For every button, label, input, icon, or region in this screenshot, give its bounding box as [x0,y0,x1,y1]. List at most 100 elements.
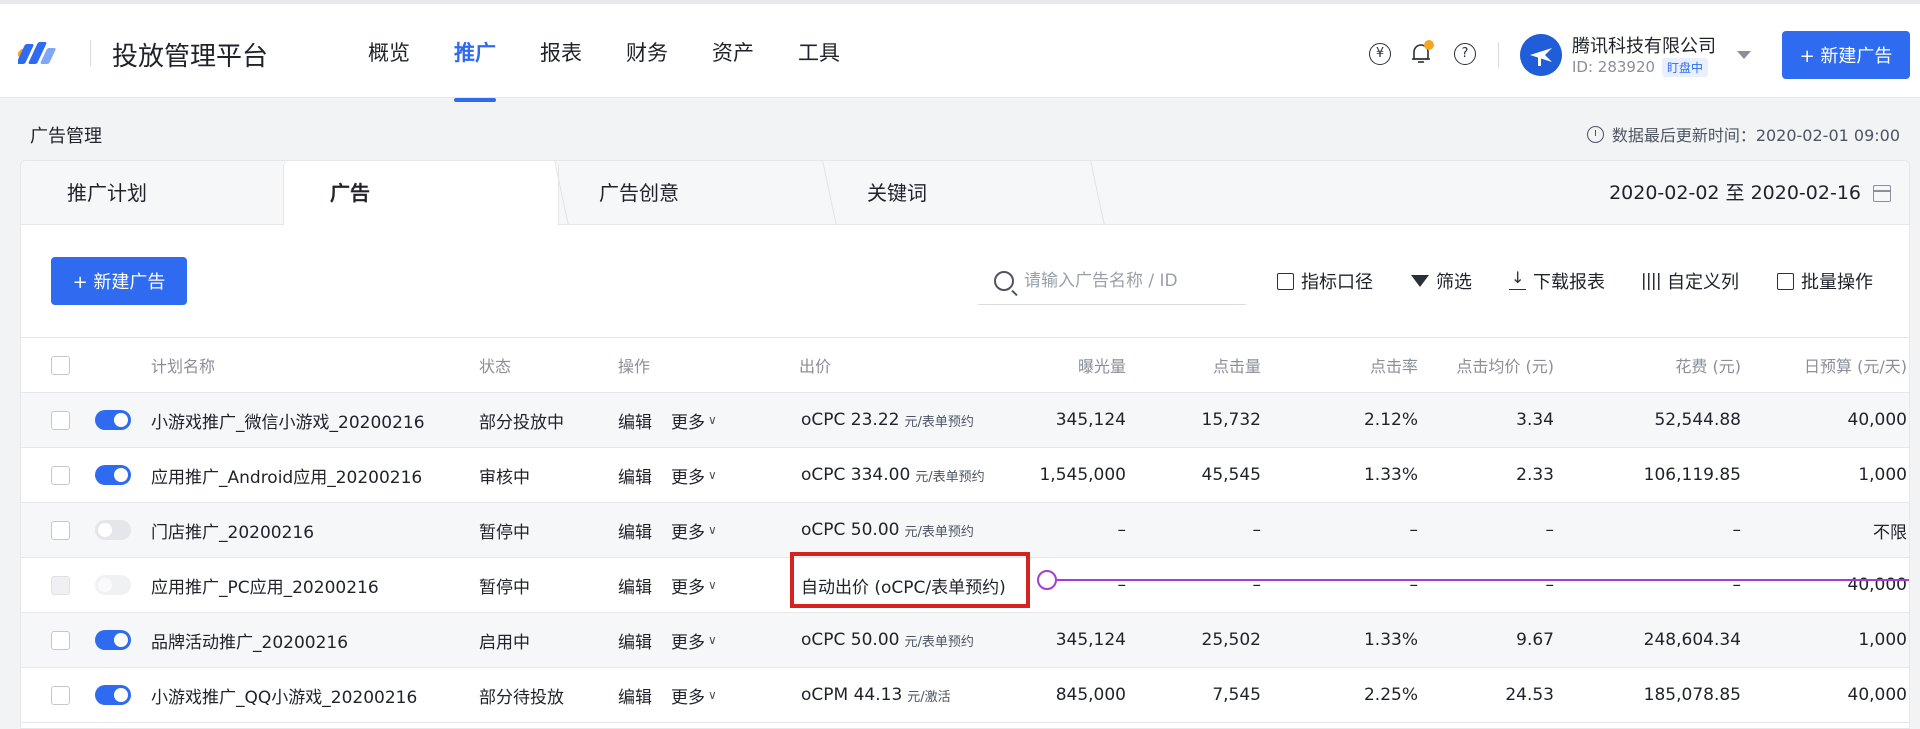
col-budget[interactable]: 日预算 (元/天) [1747,338,1907,392]
daily-budget: 40,000 [1847,685,1907,705]
slider-handle[interactable] [1037,570,1057,590]
ctr: – [1409,575,1419,595]
cost: – [1732,575,1742,595]
tab-keywords[interactable]: 关键词 [821,161,1091,225]
search-input[interactable] [1024,270,1234,291]
row-checkbox[interactable] [51,520,70,540]
bid-cell[interactable]: oCPM 44.13 元/激活 [801,668,951,722]
daily-budget: 40,000 [1847,575,1907,595]
new-ad-button[interactable]: + 新建广告 [51,257,187,305]
edit-link[interactable]: 编辑 [618,448,652,502]
table-row: 小游戏推广_微信小游戏_20200216 部分投放中 编辑 更多 ∨ oCPC 2… [21,393,1909,448]
more-dropdown[interactable]: 更多 ∨ [671,558,717,612]
help-icon[interactable]: ? [1454,43,1476,65]
clicks: 25,502 [1201,630,1261,650]
nav-tools[interactable]: 工具 [798,4,840,102]
more-dropdown[interactable]: 更多 ∨ [671,503,717,557]
col-impressions[interactable]: 曝光量 [981,338,1126,392]
bid-unit: 元/表单预约 [904,414,974,430]
row-checkbox[interactable] [51,575,70,595]
row-checkbox[interactable] [51,630,70,650]
update-time: 数据最后更新时间：2020-02-01 09:00 [1586,122,1900,146]
edit-link[interactable]: 编辑 [618,558,652,612]
filter-icon [1411,275,1429,287]
chevron-down-icon: ∨ [708,688,717,702]
col-clicks[interactable]: 点击量 [1131,338,1261,392]
account-dropdown-icon[interactable] [1737,51,1751,59]
more-dropdown[interactable]: 更多 ∨ [671,393,717,447]
yuan-icon[interactable]: ¥ [1369,43,1391,65]
metrics-definition-button[interactable]: 指标口径 [1277,257,1373,305]
select-all-checkbox[interactable] [51,355,70,375]
tab-creatives[interactable]: 广告创意 [553,161,823,225]
col-cpc[interactable]: 点击均价 (元) [1421,338,1554,392]
nav-promotion[interactable]: 推广 [454,4,496,102]
ctr: 1.33% [1363,465,1418,485]
bid-value: oCPC 334.00 [801,465,911,485]
ad-name[interactable]: 应用推广_PC应用_20200216 [151,558,379,612]
account-id: ID: 283920 [1572,58,1656,76]
bid-cell[interactable]: oCPC 50.00 元/表单预约 [801,503,974,557]
more-label: 更多 [671,577,705,598]
row-toggle-switch[interactable] [95,685,131,705]
download-report-button[interactable]: 下载报表 [1509,257,1605,305]
impressions: 1,545,000 [1039,465,1126,485]
col-name[interactable]: 计划名称 [151,338,215,392]
ad-name[interactable]: 小游戏推广_QQ小游戏_20200216 [151,668,417,722]
ad-name[interactable]: 门店推广_20200216 [151,503,314,557]
ctr: 1.33% [1363,630,1418,650]
edit-link[interactable]: 编辑 [618,668,652,722]
edit-link[interactable]: 编辑 [618,613,652,667]
date-range[interactable]: 2020-02-02 至 2020-02-16 [1609,161,1861,225]
edit-link[interactable]: 编辑 [618,393,652,447]
nav-overview[interactable]: 概览 [368,4,410,102]
tab-campaigns[interactable]: 推广计划 [21,161,283,225]
row-toggle-switch[interactable] [95,520,131,540]
row-toggle-switch[interactable] [95,465,131,485]
more-dropdown[interactable]: 更多 ∨ [671,613,717,667]
ctr: 2.12% [1363,410,1418,430]
col-ctr[interactable]: 点击率 [1266,338,1418,392]
tab-ads[interactable]: 广告 [283,161,559,226]
clicks: 45,545 [1201,465,1261,485]
cpc: – [1545,575,1555,595]
batch-operations-button[interactable]: 批量操作 [1777,257,1873,305]
ad-management-card: 推广计划 广告 广告创意 关键词 2020-02-02 至 2020-02-16… [20,160,1910,729]
row-checkbox[interactable] [51,465,70,485]
chevron-down-icon: ∨ [708,578,717,592]
header-new-ad-button[interactable]: + 新建广告 [1782,31,1910,79]
bid-value: oCPC 50.00 [801,520,900,540]
edit-link[interactable]: 编辑 [618,503,652,557]
filter-button[interactable]: 筛选 [1411,257,1472,305]
impressions: 845,000 [1055,685,1126,705]
nav-assets[interactable]: 资产 [712,4,754,102]
row-toggle-switch[interactable] [95,410,131,430]
calendar-icon[interactable] [1873,185,1891,202]
nav-finance[interactable]: 财务 [626,4,668,102]
nav-reports[interactable]: 报表 [540,4,582,102]
row-toggle-switch[interactable] [95,630,131,650]
more-label: 更多 [671,467,705,488]
ad-name[interactable]: 小游戏推广_微信小游戏_20200216 [151,393,425,447]
bid-cell[interactable]: oCPC 334.00 元/表单预约 [801,448,985,502]
row-checkbox[interactable] [51,685,70,705]
clicks: – [1252,575,1262,595]
ad-name[interactable]: 品牌活动推广_20200216 [151,613,348,667]
row-checkbox[interactable] [51,410,70,430]
row-toggle-switch[interactable] [95,575,131,595]
bid-unit: 元/表单预约 [904,634,974,650]
monitoring-badge: 盯盘中 [1662,58,1709,77]
more-dropdown[interactable]: 更多 ∨ [671,668,717,722]
more-label: 更多 [671,412,705,433]
table-row: 门店推广_20200216 暂停中 编辑 更多 ∨ oCPC 50.00 元/表单预… [21,503,1909,558]
bid-cell[interactable]: oCPC 50.00 元/表单预约 [801,613,974,667]
col-bid[interactable]: 出价 [799,338,831,392]
custom-columns-button[interactable]: 自定义列 [1643,257,1739,305]
more-dropdown[interactable]: 更多 ∨ [671,448,717,502]
company-avatar[interactable] [1520,34,1562,76]
slider-track [1057,579,1909,581]
ad-name[interactable]: 应用推广_Android应用_20200216 [151,448,422,502]
col-status[interactable]: 状态 [479,338,511,392]
bid-cell[interactable]: oCPC 23.22 元/表单预约 [801,393,974,447]
col-cost[interactable]: 花费 (元) [1561,338,1741,392]
